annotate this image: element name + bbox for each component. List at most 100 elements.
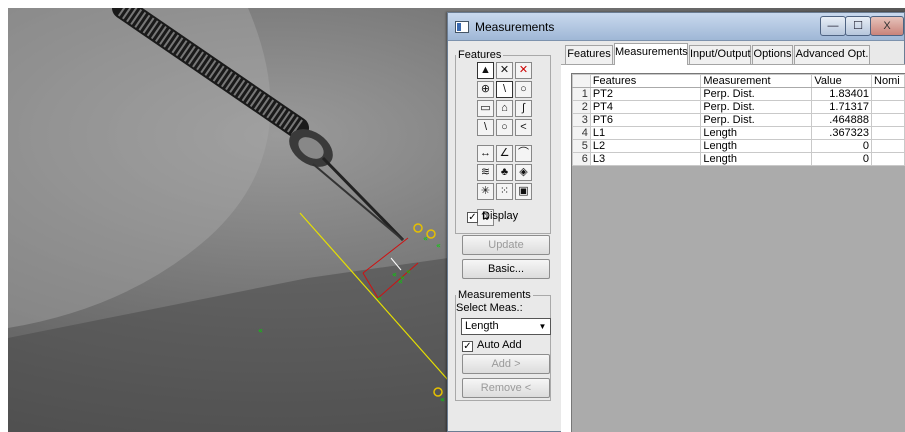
pointer-tool-icon[interactable]: ▲ bbox=[477, 62, 494, 79]
angle-tool-icon[interactable]: < bbox=[515, 119, 532, 136]
close-button[interactable]: X bbox=[870, 16, 904, 36]
nominal-cell[interactable] bbox=[871, 113, 905, 127]
add-button[interactable]: Add > bbox=[462, 354, 550, 374]
svg-text:«: « bbox=[398, 277, 403, 286]
point-tool-icon[interactable]: ⊕ bbox=[477, 81, 494, 98]
delete-feature-icon[interactable]: ✕ bbox=[496, 62, 513, 79]
tab-measurements-label: Measurements bbox=[615, 46, 688, 58]
tab-features[interactable]: Features bbox=[565, 45, 613, 64]
value-cell[interactable]: 1.71317 bbox=[811, 100, 873, 114]
line-tool-icon[interactable]: \ bbox=[496, 81, 513, 98]
title-bar[interactable]: Measurements — ☐ X bbox=[448, 13, 904, 41]
measurements-grid[interactable]: Features Measurement Value Nomi 1 PT2 Perp… bbox=[571, 73, 905, 432]
feature-cell[interactable]: L1 bbox=[589, 126, 702, 140]
row-index: 5 bbox=[572, 139, 591, 153]
fit-line-tool-icon[interactable]: \ bbox=[477, 119, 494, 136]
feature-cell[interactable]: PT2 bbox=[589, 87, 702, 101]
value-cell[interactable]: 1.83401 bbox=[811, 87, 873, 101]
tab-input-output[interactable]: Input/Output bbox=[689, 45, 751, 64]
nominal-cell[interactable] bbox=[871, 126, 905, 140]
tab-measurements[interactable]: Measurements bbox=[614, 43, 688, 65]
svg-text:«: « bbox=[423, 234, 428, 243]
image-tool-icon[interactable]: ▣ bbox=[515, 183, 532, 200]
tab-advanced-opt[interactable]: Advanced Opt. bbox=[794, 45, 870, 64]
row-index: 4 bbox=[572, 126, 591, 140]
table-row[interactable]: 4 L1 Length .367323 bbox=[572, 126, 905, 140]
features-legend: Features bbox=[458, 49, 502, 61]
chevron-down-icon[interactable]: ▼ bbox=[536, 320, 549, 333]
display-checkbox[interactable]: ✓ Display bbox=[467, 210, 518, 223]
minimize-icon: — bbox=[827, 20, 839, 32]
minimize-button[interactable]: — bbox=[820, 16, 846, 36]
measurement-cell[interactable]: Length bbox=[700, 126, 813, 140]
table-row[interactable]: 3 PT6 Perp. Dist. .464888 bbox=[572, 113, 905, 127]
row-index-header bbox=[572, 74, 591, 88]
measurements-table: Features Measurement Value Nomi 1 PT2 Perp… bbox=[572, 74, 905, 166]
close-icon: X bbox=[883, 20, 891, 32]
feature-cell[interactable]: PT6 bbox=[589, 113, 702, 127]
column-header-measurement[interactable]: Measurement bbox=[700, 74, 813, 88]
circle-tool-icon[interactable]: ○ bbox=[515, 81, 532, 98]
table-row[interactable]: 5 L2 Length 0 bbox=[572, 139, 905, 153]
blob-tool-icon[interactable]: ♣ bbox=[496, 164, 513, 181]
value-cell[interactable]: .464888 bbox=[811, 113, 873, 127]
curve-tool-icon[interactable]: ∫ bbox=[515, 100, 532, 117]
nominal-cell[interactable] bbox=[871, 100, 905, 114]
measurements-window[interactable]: Measurements — ☐ X Features ▲ ✕ ✕ ⊕ \ ○ ▭ ⌂ ∫ \ ○ <… bbox=[447, 12, 905, 432]
row-index: 3 bbox=[572, 113, 591, 127]
display-check-box[interactable]: ✓ bbox=[467, 212, 478, 223]
basic-button[interactable]: Basic... bbox=[462, 259, 550, 279]
fit-circle-tool-icon[interactable]: ○ bbox=[496, 119, 513, 136]
svg-text:«: « bbox=[258, 326, 263, 335]
polygon-tool-icon[interactable]: ⌂ bbox=[496, 100, 513, 117]
close-feature-icon[interactable]: ✕ bbox=[515, 62, 532, 79]
auto-add-checkbox[interactable]: ✓ Auto Add bbox=[462, 339, 522, 352]
update-button[interactable]: Update bbox=[462, 235, 550, 255]
value-cell[interactable]: 0 bbox=[811, 139, 873, 153]
tab-input-output-label: Input/Output bbox=[690, 48, 751, 60]
nominal-cell[interactable] bbox=[871, 139, 905, 153]
value-cell[interactable]: .367323 bbox=[811, 126, 873, 140]
feature-cell[interactable]: L3 bbox=[589, 152, 702, 166]
needle bbox=[321, 156, 405, 242]
window-title: Measurements bbox=[475, 20, 555, 34]
column-header-value[interactable]: Value bbox=[811, 74, 873, 88]
edge-point-tool-icon[interactable]: ◈ bbox=[515, 164, 532, 181]
rectangle-tool-icon[interactable]: ▭ bbox=[477, 100, 494, 117]
tab-advanced-opt-label: Advanced Opt. bbox=[795, 48, 869, 60]
nominal-cell[interactable] bbox=[871, 87, 905, 101]
measurement-cell[interactable]: Length bbox=[700, 139, 813, 153]
select-meas-dropdown[interactable]: Length ▼ bbox=[461, 318, 551, 335]
select-meas-value: Length bbox=[465, 320, 499, 332]
display-label: Display bbox=[482, 210, 519, 222]
svg-text:«: « bbox=[406, 267, 411, 276]
value-cell[interactable]: 0 bbox=[811, 152, 873, 166]
table-row[interactable]: 6 L3 Length 0 bbox=[572, 152, 905, 166]
distance-tool-icon[interactable]: ↔ bbox=[477, 145, 494, 162]
measurement-cell[interactable]: Perp. Dist. bbox=[700, 113, 813, 127]
measurement-cell[interactable]: Perp. Dist. bbox=[700, 100, 813, 114]
measurements-tab-panel: Features Measurement Value Nomi 1 PT2 Perp… bbox=[561, 64, 905, 432]
remove-button[interactable]: Remove < bbox=[462, 378, 550, 398]
auto-add-check-box[interactable]: ✓ bbox=[462, 341, 473, 352]
measurement-cell[interactable]: Length bbox=[700, 152, 813, 166]
spark-tool-icon[interactable]: ✳ bbox=[477, 183, 494, 200]
feature-cell[interactable]: L2 bbox=[589, 139, 702, 153]
table-row[interactable]: 1 PT2 Perp. Dist. 1.83401 bbox=[572, 87, 905, 101]
maximize-button[interactable]: ☐ bbox=[845, 16, 871, 36]
feature-cell[interactable]: PT4 bbox=[589, 100, 702, 114]
remove-button-label: Remove < bbox=[480, 382, 532, 394]
table-row[interactable]: 2 PT4 Perp. Dist. 1.71317 bbox=[572, 100, 905, 114]
measurement-cell[interactable]: Perp. Dist. bbox=[700, 87, 813, 101]
svg-text:«: « bbox=[440, 395, 445, 404]
column-header-features[interactable]: Features bbox=[589, 74, 702, 88]
column-header-nominal[interactable]: Nomi bbox=[871, 74, 905, 88]
points-tool-icon[interactable]: ⁙ bbox=[496, 183, 513, 200]
edge-tool-icon[interactable]: ≋ bbox=[477, 164, 494, 181]
app-icon bbox=[455, 21, 469, 33]
tab-options[interactable]: Options bbox=[752, 45, 793, 64]
nominal-cell[interactable] bbox=[871, 152, 905, 166]
arc-tool-icon[interactable]: ⌒ bbox=[515, 145, 532, 162]
svg-text:«: « bbox=[377, 294, 382, 303]
angle-measure-tool-icon[interactable]: ∠ bbox=[496, 145, 513, 162]
